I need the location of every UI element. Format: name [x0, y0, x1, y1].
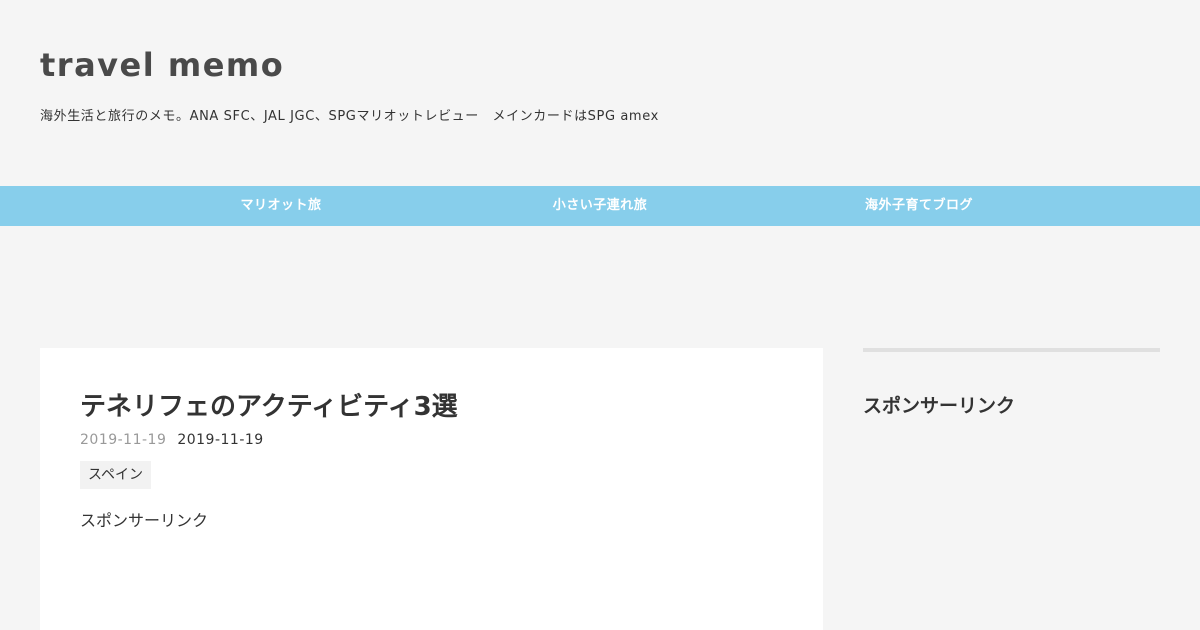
sidebar-widget-title: スポンサーリンク: [863, 395, 1016, 417]
published-date: 2019-11-19: [80, 432, 167, 448]
article-card: テネリフェのアクティビティ3選 2019-11-19 2019-11-19 スペ…: [40, 348, 823, 630]
site-header: travel memo 海外生活と旅行のメモ。ANA SFC、JAL JGC、S…: [0, 0, 1200, 186]
nav-item-marriott[interactable]: マリオット旅: [122, 186, 441, 226]
nav-item-parenting-blog[interactable]: 海外子育てブログ: [760, 186, 1079, 226]
article-title: テネリフェのアクティビティ3選: [80, 392, 458, 422]
article-dates: 2019-11-19 2019-11-19: [80, 432, 264, 448]
site-title[interactable]: travel memo: [40, 46, 284, 84]
nav-item-kids-travel[interactable]: 小さい子連れ旅: [441, 186, 760, 226]
updated-date: 2019-11-19: [177, 432, 264, 448]
global-nav: マリオット旅 小さい子連れ旅 海外子育てブログ: [0, 186, 1200, 226]
sidebar-divider: [863, 348, 1160, 352]
site-description: 海外生活と旅行のメモ。ANA SFC、JAL JGC、SPGマリオットレビュー …: [40, 109, 659, 124]
category-label[interactable]: スペイン: [80, 461, 152, 489]
sponsor-label: スポンサーリンク: [80, 511, 209, 530]
